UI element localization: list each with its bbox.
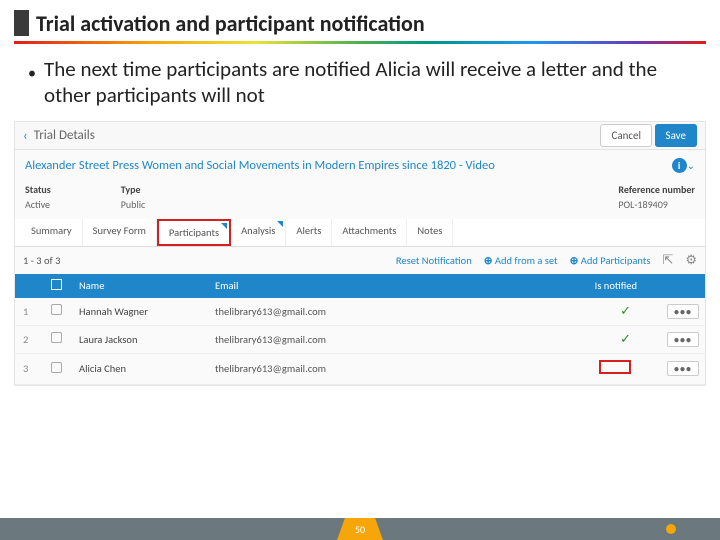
col-notified[interactable]: Is notified — [517, 279, 667, 292]
info-toggle[interactable]: i⌄ — [672, 158, 695, 173]
row-notified: ✓ — [517, 332, 667, 347]
row-notified: ✓ — [517, 304, 667, 319]
metadata-row: Status Active Type Public Reference numb… — [15, 181, 705, 219]
tab-attachments[interactable]: Attachments — [332, 219, 407, 246]
breadcrumb-bar: ‹ Trial Details Cancel Save — [15, 122, 705, 150]
row-index: 2 — [23, 333, 51, 346]
meta-ref-value: POL-189409 — [618, 198, 667, 211]
back-chevron-icon[interactable]: ‹ — [23, 127, 28, 144]
table-body: 1Hannah Wagnerthelibrary613@gmail.com✓••… — [15, 298, 705, 385]
logo-dot — [666, 524, 676, 534]
row-actions-button[interactable]: ••• — [667, 332, 699, 347]
reset-notification-link[interactable]: Reset Notification — [396, 254, 472, 267]
header-accent-block — [14, 10, 29, 36]
tab-flag-icon — [221, 223, 227, 229]
tab-bar: SummarySurvey FormParticipantsAnalysisAl… — [15, 219, 705, 247]
plus-icon: ⊕ — [570, 254, 579, 267]
record-title: Alexander Street Press Women and Social … — [25, 158, 495, 173]
col-name[interactable]: Name — [75, 279, 215, 292]
tab-survey-form[interactable]: Survey Form — [83, 219, 157, 246]
meta-status-label: Status — [25, 183, 51, 196]
page-number: 50 — [355, 523, 365, 536]
meta-reference: Reference number POL-189409 — [618, 183, 695, 211]
bullet-marker: • — [28, 64, 36, 83]
gear-icon[interactable]: ⚙ — [685, 253, 697, 268]
slide-title: Trial activation and participant notific… — [36, 10, 720, 37]
bullet-text: The next time participants are notified … — [44, 56, 692, 109]
tab-alerts[interactable]: Alerts — [286, 219, 332, 246]
row-index: 1 — [23, 305, 51, 318]
result-count: 1 - 3 of 3 — [23, 254, 60, 267]
meta-status-value: Active — [25, 198, 50, 211]
notified-highlight-box — [599, 360, 631, 374]
table-row: 2 Laura Jacksonthelibrary613@gmail.com✓••… — [15, 326, 705, 354]
add-from-set-link[interactable]: ⊕ Add from a set — [484, 254, 558, 267]
row-checkbox[interactable] — [51, 332, 62, 343]
row-actions-button[interactable]: ••• — [667, 304, 699, 319]
add-participants-link[interactable]: ⊕ Add Participants — [570, 254, 651, 267]
row-name[interactable]: Alicia Chen — [75, 362, 215, 375]
plus-icon: ⊕ — [484, 254, 493, 267]
tab-participants[interactable]: Participants — [157, 219, 231, 246]
meta-type-label: Type — [121, 183, 146, 196]
tab-notes[interactable]: Notes — [407, 219, 453, 246]
col-email[interactable]: Email — [215, 279, 517, 292]
row-email: thelibrary613@gmail.com — [215, 362, 517, 375]
row-actions-button[interactable]: ••• — [667, 361, 699, 376]
meta-type: Type Public — [121, 183, 146, 211]
row-name[interactable]: Hannah Wagner — [75, 305, 215, 318]
row-index: 3 — [23, 362, 51, 375]
app-screenshot: ‹ Trial Details Cancel Save Alexander St… — [14, 121, 706, 386]
cancel-button[interactable]: Cancel — [600, 124, 652, 147]
table-row: 1 Hannah Wagnerthelibrary613@gmail.com✓••… — [15, 298, 705, 326]
table-header: Name Email Is notified — [15, 274, 705, 298]
meta-type-value: Public — [121, 198, 146, 211]
bullet-area: • The next time participants are notifie… — [0, 44, 720, 119]
select-all-checkbox[interactable] — [51, 279, 62, 290]
record-title-row: Alexander Street Press Women and Social … — [15, 150, 705, 181]
row-email: thelibrary613@gmail.com — [215, 305, 517, 318]
list-toolbar: 1 - 3 of 3 Reset Notification ⊕ Add from… — [15, 247, 705, 274]
breadcrumb-title: Trial Details — [34, 128, 95, 143]
tab-analysis[interactable]: Analysis — [231, 219, 286, 246]
row-email: thelibrary613@gmail.com — [215, 333, 517, 346]
tab-flag-icon — [277, 221, 283, 227]
table-row: 3 Alicia Chenthelibrary613@gmail.com ••• — [15, 354, 705, 385]
row-checkbox[interactable] — [51, 304, 62, 315]
meta-ref-label: Reference number — [618, 183, 695, 196]
row-checkbox[interactable] — [51, 362, 62, 373]
meta-status: Status Active — [25, 183, 51, 211]
export-icon[interactable]: ⇱ — [662, 253, 673, 268]
row-notified — [517, 360, 667, 378]
slide-header: Trial activation and participant notific… — [0, 0, 720, 41]
tab-summary[interactable]: Summary — [21, 219, 83, 246]
info-icon: i — [672, 158, 687, 173]
row-name[interactable]: Laura Jackson — [75, 333, 215, 346]
save-button[interactable]: Save — [655, 124, 697, 147]
